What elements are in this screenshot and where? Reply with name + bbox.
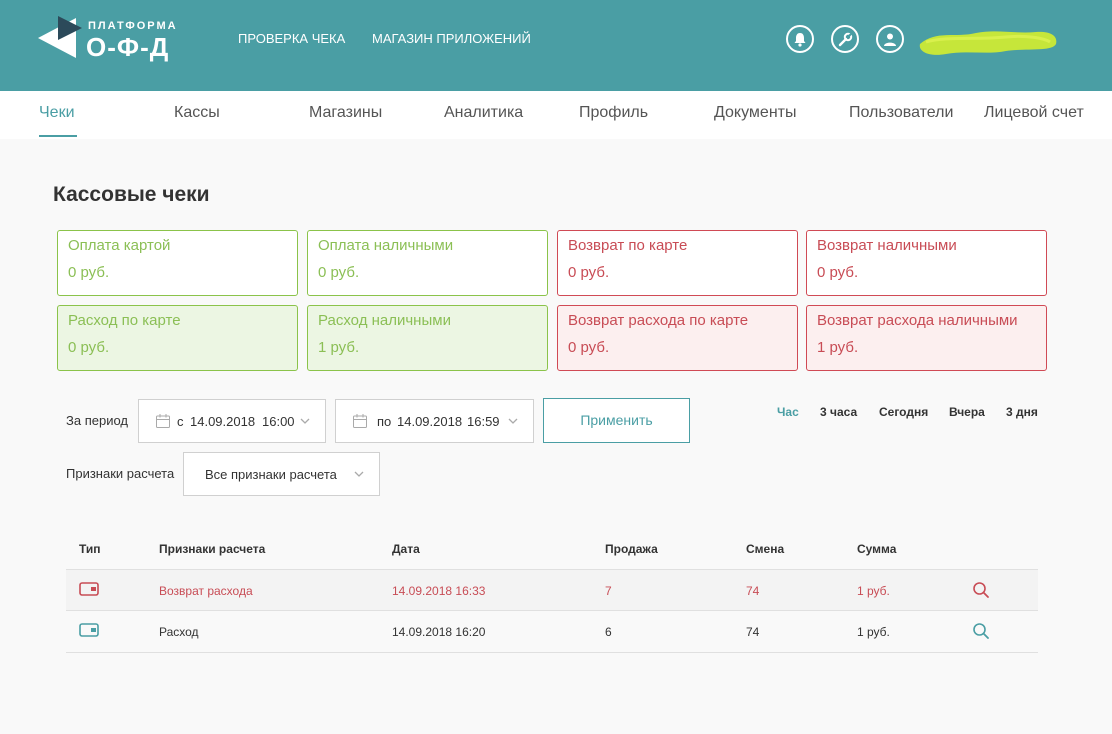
quick-range-yesterday[interactable]: Вчера: [949, 405, 985, 419]
summary-card-value: 1 руб.: [318, 339, 360, 356]
summary-card-label: Оплата картой: [68, 237, 171, 254]
user-icon[interactable]: [876, 25, 904, 53]
summary-card-card-payment: Оплата картой 0 руб.: [57, 230, 298, 296]
row-sum: 1 руб.: [857, 625, 890, 639]
tab-account[interactable]: Лицевой счет: [984, 104, 1084, 122]
search-icon[interactable]: [972, 622, 990, 640]
quick-range-3-days[interactable]: 3 дня: [1006, 405, 1038, 419]
column-header-shift[interactable]: Смена: [746, 542, 784, 556]
summary-card-label: Расход наличными: [318, 312, 451, 329]
row-sum: 1 руб.: [857, 584, 890, 598]
app-store-link[interactable]: МАГАЗИН ПРИЛОЖЕНИЙ: [372, 31, 531, 46]
logo-main-text: О-Ф-Д: [86, 32, 170, 62]
date-from-prefix: с: [177, 414, 184, 429]
column-header-sign[interactable]: Признаки расчета: [159, 542, 265, 556]
table-row[interactable]: Расход 14.09.2018 16:20 6 74 1 руб.: [66, 611, 1038, 653]
quick-range-hour[interactable]: Час: [777, 405, 799, 419]
row-date: 14.09.2018 16:33: [392, 584, 486, 598]
summary-card-label: Оплата наличными: [318, 237, 454, 254]
calendar-icon: [353, 414, 367, 428]
date-from-time: 16:00: [262, 414, 295, 429]
summary-card-value: 1 руб.: [817, 339, 859, 356]
platform-ofd-logo[interactable]: ПЛАТФОРМА О-Ф-Д: [38, 14, 188, 64]
search-icon[interactable]: [972, 581, 990, 599]
tab-cash-registers[interactable]: Кассы: [174, 104, 220, 122]
payment-sign-value: Все признаки расчета: [205, 467, 337, 482]
row-sign: Расход: [159, 625, 199, 639]
logo-mark-icon: [38, 16, 82, 58]
logo-top-text: ПЛАТФОРМА: [88, 20, 178, 32]
summary-card-value: 0 руб.: [68, 264, 110, 281]
date-from-date: 14.09.2018: [190, 414, 256, 429]
column-header-sum[interactable]: Сумма: [857, 542, 896, 556]
summary-card-card-expense: Расход по карте 0 руб.: [57, 305, 298, 371]
row-sale: 6: [605, 625, 612, 639]
summary-card-cash-expense: Расход наличными 1 руб.: [307, 305, 548, 371]
summary-card-cash-expense-refund: Возврат расхода наличными 1 руб.: [806, 305, 1047, 371]
payment-sign-label: Признаки расчета: [66, 466, 175, 481]
period-label: За период: [66, 413, 128, 428]
table-row[interactable]: Возврат расхода 14.09.2018 16:33 7 74 1 …: [66, 569, 1038, 611]
bell-icon[interactable]: [786, 25, 814, 53]
summary-card-label: Возврат расхода наличными: [817, 312, 1018, 329]
page-title: Кассовые чеки: [53, 183, 210, 206]
quick-range-today[interactable]: Сегодня: [879, 405, 928, 419]
date-to-prefix: по: [377, 414, 392, 429]
summary-card-value: 0 руб.: [817, 264, 859, 281]
summary-card-value: 0 руб.: [568, 339, 610, 356]
tab-receipts[interactable]: Чеки: [39, 104, 75, 122]
date-to-picker[interactable]: по 14.09.2018 16:59: [335, 399, 534, 443]
column-header-type[interactable]: Тип: [79, 542, 101, 556]
wallet-icon: [79, 582, 99, 596]
summary-card-label: Возврат наличными: [817, 237, 957, 254]
summary-card-label: Расход по карте: [68, 312, 181, 329]
redacted-username-scribble: [919, 31, 1057, 55]
summary-card-value: 0 руб.: [68, 339, 110, 356]
tab-profile[interactable]: Профиль: [579, 104, 648, 122]
summary-card-card-expense-refund: Возврат расхода по карте 0 руб.: [557, 305, 798, 371]
summary-card-card-refund: Возврат по карте 0 руб.: [557, 230, 798, 296]
check-receipt-link[interactable]: ПРОВЕРКА ЧЕКА: [238, 31, 345, 46]
summary-card-cash-payment: Оплата наличными 0 руб.: [307, 230, 548, 296]
summary-card-label: Возврат расхода по карте: [568, 312, 749, 329]
tab-documents[interactable]: Документы: [714, 104, 796, 122]
row-shift: 74: [746, 584, 760, 598]
summary-card-cash-refund: Возврат наличными 0 руб.: [806, 230, 1047, 296]
chevron-down-icon: [300, 418, 310, 424]
column-header-sale[interactable]: Продажа: [605, 542, 658, 556]
top-header: ПЛАТФОРМА О-Ф-Д ПРОВЕРКА ЧЕКА МАГАЗИН ПР…: [0, 0, 1112, 91]
tab-analytics[interactable]: Аналитика: [444, 104, 523, 122]
payment-sign-select[interactable]: Все признаки расчета: [183, 452, 380, 496]
column-header-date[interactable]: Дата: [392, 542, 420, 556]
wallet-icon: [79, 623, 99, 637]
apply-button[interactable]: Применить: [543, 398, 690, 443]
tab-stores[interactable]: Магазины: [309, 104, 382, 122]
quick-range-3-hours[interactable]: 3 часа: [820, 405, 857, 419]
row-shift: 74: [746, 625, 760, 639]
date-to-time: 16:59: [467, 414, 500, 429]
active-tab-indicator: [39, 135, 77, 137]
tab-users[interactable]: Пользователи: [849, 104, 953, 122]
date-to-date: 14.09.2018: [397, 414, 463, 429]
summary-card-value: 0 руб.: [318, 264, 360, 281]
date-from-picker[interactable]: с 14.09.2018 16:00: [138, 399, 326, 443]
summary-card-value: 0 руб.: [568, 264, 610, 281]
calendar-icon: [156, 414, 170, 428]
row-date: 14.09.2018 16:20: [392, 625, 486, 639]
summary-card-label: Возврат по карте: [568, 237, 688, 254]
chevron-down-icon: [354, 471, 364, 477]
chevron-down-icon: [508, 418, 518, 424]
wrench-icon[interactable]: [831, 25, 859, 53]
row-sign: Возврат расхода: [159, 584, 253, 598]
row-sale: 7: [605, 584, 612, 598]
main-tabs: Чеки Кассы Магазины Аналитика Профиль До…: [0, 91, 1112, 139]
